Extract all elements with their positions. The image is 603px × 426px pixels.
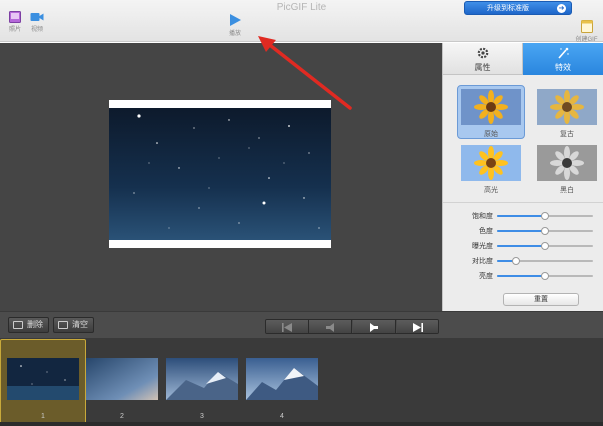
slider-track[interactable] (497, 242, 593, 250)
tab-properties[interactable]: 属性 (443, 43, 523, 75)
slider-label: 亮度 (479, 273, 493, 280)
play-icon (230, 14, 241, 26)
step-forward-icon (370, 323, 378, 332)
panel-divider (443, 202, 603, 203)
preview-image (109, 100, 331, 248)
reset-button[interactable]: 重置 (503, 293, 579, 306)
upgrade-label: 升级到标准版 (487, 5, 529, 12)
effects-grid: 原始 复古 高光 黑白 (443, 75, 603, 195)
frame-image (86, 358, 158, 400)
slider-brightness[interactable]: 亮度 (443, 268, 603, 282)
frame-image (7, 358, 79, 400)
arrow-right-icon: ➜ (557, 4, 566, 13)
slider-track[interactable] (497, 212, 593, 220)
timeline-scrollbar[interactable] (0, 422, 603, 426)
slider-track[interactable] (497, 227, 593, 235)
delete-label: 删除 (27, 320, 43, 329)
photo-button[interactable]: 照片 (5, 11, 25, 33)
slider-label: 饱和度 (472, 213, 493, 220)
starry-sky-image (109, 108, 331, 240)
slider-label: 曝光度 (472, 243, 493, 250)
sunflower-thumbnail (537, 145, 597, 181)
video-label: 视频 (30, 27, 43, 33)
next-frame-button[interactable] (353, 320, 396, 333)
panel-tabs: 属性 特效 (443, 43, 603, 75)
photo-icon (9, 11, 21, 23)
photo-label: 照片 (8, 27, 21, 33)
frame-image (166, 358, 238, 400)
tab-effects-label: 特效 (555, 63, 571, 72)
frame-image (246, 358, 318, 400)
effect-black-white-label: 黑白 (560, 187, 574, 194)
effect-highlight-label: 高光 (484, 187, 498, 194)
slider-label: 色度 (479, 228, 493, 235)
skip-to-last-icon (413, 323, 423, 332)
play-label: 播放 (228, 31, 241, 37)
video-button[interactable]: 视频 (27, 11, 47, 33)
image-icon (13, 321, 23, 329)
right-panel: 属性 特效 原始 复古 高光 黑白 饱和度 色度 曝光度 对比度 亮度 重置 (442, 43, 603, 311)
frame-number: 4 (280, 413, 284, 420)
effect-highlight[interactable]: 高光 (461, 145, 521, 195)
slider-fill (497, 275, 545, 277)
last-frame-button[interactable] (397, 320, 438, 333)
effect-retro-label: 复古 (560, 131, 574, 138)
frame-thumbnail-2[interactable]: 2 (86, 358, 158, 420)
previous-frame-button[interactable] (309, 320, 352, 333)
slider-label: 对比度 (472, 258, 493, 265)
slider-knob[interactable] (541, 242, 549, 250)
frame-number: 2 (120, 413, 124, 420)
magic-wand-icon (558, 47, 569, 59)
slider-fill (497, 215, 545, 217)
skip-to-first-icon (282, 323, 292, 332)
preview-canvas (0, 43, 442, 311)
slider-track[interactable] (497, 272, 593, 280)
slider-fill (497, 245, 545, 247)
create-gif-button[interactable]: 创建GIF (570, 20, 603, 43)
gear-icon (477, 47, 489, 59)
sunflower-thumbnail (461, 89, 521, 125)
image-icon (58, 321, 68, 329)
delete-button[interactable]: 删除 (8, 317, 49, 333)
slider-knob[interactable] (512, 257, 521, 265)
slider-contrast[interactable]: 对比度 (443, 253, 603, 267)
frame-navigation (265, 319, 439, 334)
frame-thumbnail-4[interactable]: 4 (246, 358, 318, 420)
effect-black-white[interactable]: 黑白 (537, 145, 597, 195)
effect-retro[interactable]: 复古 (537, 89, 597, 139)
tab-effects[interactable]: 特效 (523, 43, 603, 75)
sunflower-thumbnail (461, 145, 521, 181)
control-bar: 删除 清空 (0, 311, 603, 338)
effect-original-label: 原始 (484, 131, 498, 138)
first-frame-button[interactable] (266, 320, 309, 333)
gif-document-icon (580, 20, 593, 33)
slider-saturation[interactable]: 饱和度 (443, 208, 603, 222)
slider-knob[interactable] (541, 212, 549, 220)
frame-number: 3 (200, 413, 204, 420)
frame-thumbnail-1[interactable]: 1 (7, 358, 79, 420)
play-button[interactable]: 播放 (223, 13, 247, 37)
slider-knob[interactable] (541, 272, 549, 280)
effect-original[interactable]: 原始 (457, 85, 525, 139)
frame-number: 1 (41, 413, 45, 420)
slider-track[interactable] (497, 257, 593, 265)
tab-properties-label: 属性 (474, 63, 491, 72)
toolbar: PicGIF Lite 照片 视频 播放 升级到标准版 ➜ 创建GIF (0, 0, 603, 43)
slider-hue[interactable]: 色度 (443, 223, 603, 237)
sunflower-thumbnail (537, 89, 597, 125)
frame-thumbnail-3[interactable]: 3 (166, 358, 238, 420)
slider-fill (497, 230, 545, 232)
video-camera-icon (30, 13, 44, 21)
clear-label: 清空 (72, 320, 88, 329)
clear-button[interactable]: 清空 (53, 317, 94, 333)
frame-timeline: 1 2 3 4 (0, 338, 603, 426)
slider-knob[interactable] (541, 227, 549, 235)
upgrade-button[interactable]: 升级到标准版 ➜ (464, 1, 572, 15)
step-back-icon (326, 323, 334, 332)
slider-exposure[interactable]: 曝光度 (443, 238, 603, 252)
